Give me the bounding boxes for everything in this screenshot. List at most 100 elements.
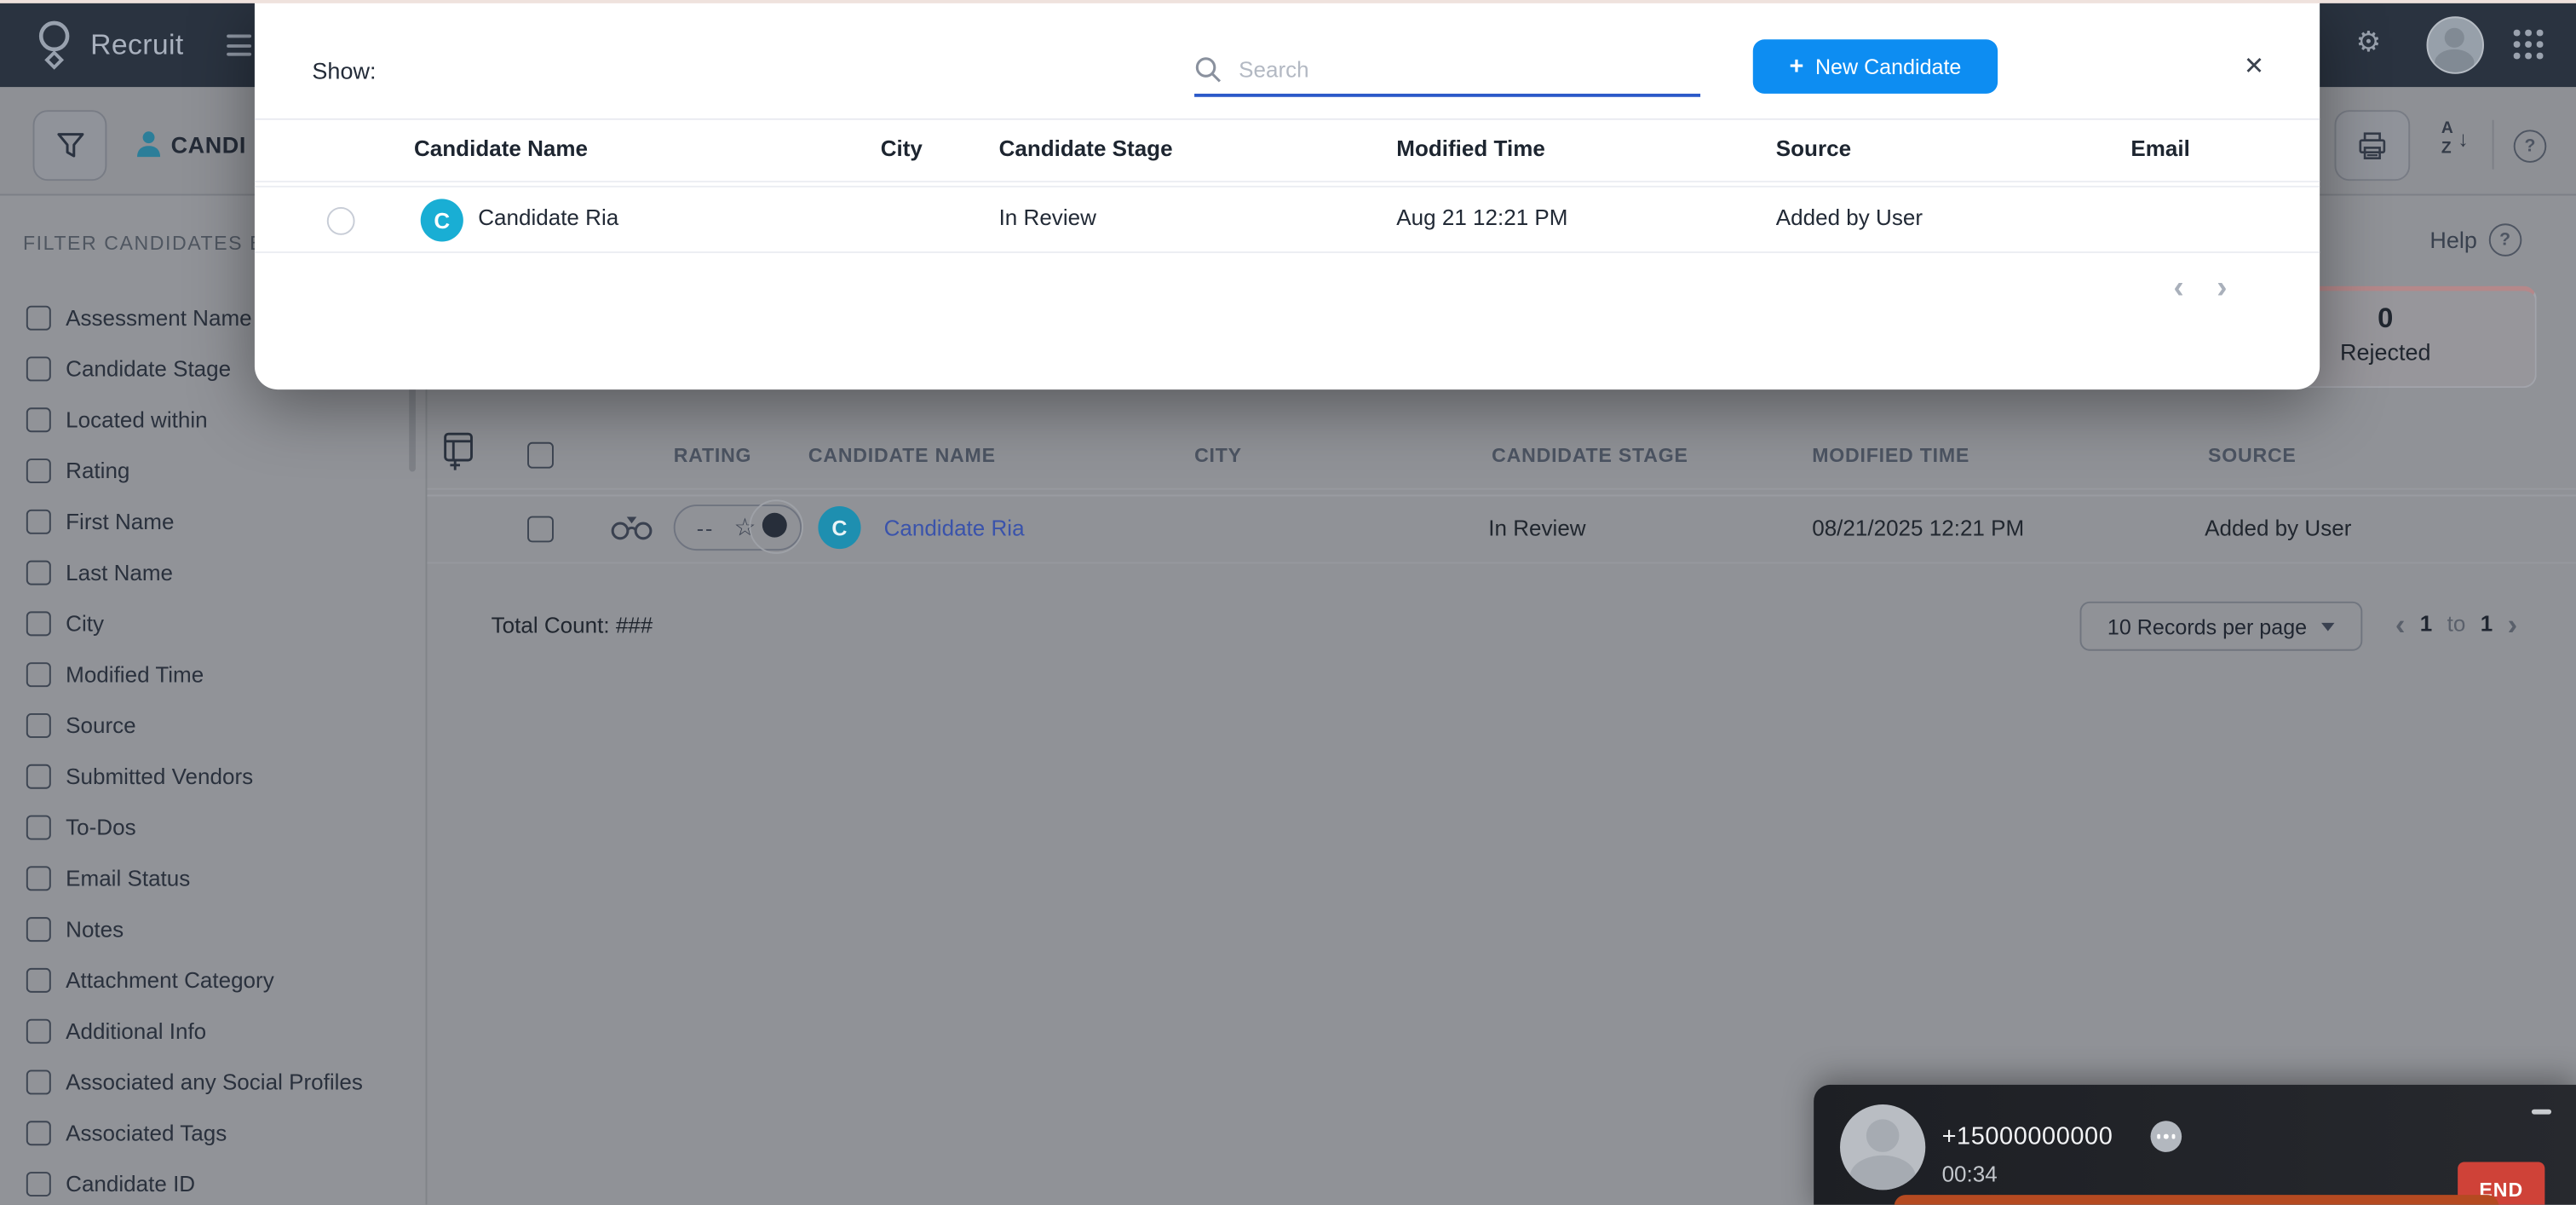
modal-table-header: Candidate Name City Candidate Stage Modi… <box>255 120 2320 182</box>
module-selector[interactable]: CANDI <box>135 130 246 159</box>
checkbox[interactable] <box>26 1172 51 1196</box>
page-next-icon[interactable]: › <box>2508 612 2518 635</box>
page-prev-icon[interactable]: ‹ <box>2395 612 2406 635</box>
filter-item-candidate-id[interactable]: Candidate ID <box>26 1159 405 1205</box>
row-checkbox[interactable] <box>527 516 554 543</box>
filter-item-submitted-vendors[interactable]: Submitted Vendors <box>26 751 405 802</box>
filter-item-associated-any-social-profiles[interactable]: Associated any Social Profiles <box>26 1057 405 1108</box>
candidate-name-link[interactable]: Candidate Ria <box>478 205 618 230</box>
records-per-page-dropdown[interactable]: 10 Records per page <box>2080 602 2363 651</box>
modal-prev-icon[interactable]: ‹ <box>2173 271 2183 307</box>
checkbox[interactable] <box>26 866 51 891</box>
modal-col-city[interactable]: City <box>881 136 923 161</box>
candidate-avatar[interactable]: C <box>421 199 463 241</box>
checkbox[interactable] <box>26 1070 51 1094</box>
sort-az-icon[interactable]: A Z ↓ <box>2438 120 2474 170</box>
modal-col-candidate-stage[interactable]: Candidate Stage <box>999 136 1173 161</box>
checkbox[interactable] <box>26 662 51 687</box>
app-grid-icon[interactable] <box>2514 30 2544 60</box>
status-dot[interactable] <box>762 513 787 538</box>
search-input[interactable] <box>1235 55 1653 84</box>
menu-icon[interactable] <box>227 34 251 61</box>
call-duration: 00:34 <box>1942 1162 1998 1186</box>
checkbox[interactable] <box>26 968 51 993</box>
modified-time-value: 08/21/2025 12:21 PM <box>1812 516 2024 541</box>
candidate-name-link[interactable]: Candidate Ria <box>884 516 1025 541</box>
modal-search[interactable] <box>1194 44 1700 97</box>
checkbox[interactable] <box>26 816 51 840</box>
avatar-head-shape <box>2445 28 2464 48</box>
close-icon[interactable]: ✕ <box>2236 48 2272 84</box>
modal-col-source[interactable]: Source <box>1776 136 1851 161</box>
checkbox[interactable] <box>26 917 51 942</box>
modal-candidate-row[interactable]: C Candidate Ria In Review Aug 21 12:21 P… <box>255 187 2320 253</box>
filter-item-notes[interactable]: Notes <box>26 904 405 955</box>
filter-item-last-name[interactable]: Last Name <box>26 547 405 598</box>
filter-item-associated-tags[interactable]: Associated Tags <box>26 1108 405 1159</box>
caret-down-icon <box>2321 622 2334 631</box>
candidate-table-row[interactable]: -- ☆ C Candidate Ria In Review 08/21/202… <box>427 496 2576 563</box>
checkbox[interactable] <box>26 1121 51 1145</box>
app-logo[interactable]: Recruit <box>33 18 184 71</box>
help-circle-question-icon: ? <box>2488 223 2521 257</box>
checkbox[interactable] <box>26 510 51 534</box>
filter-item-first-name[interactable]: First Name <box>26 496 405 547</box>
modal-next-icon[interactable]: › <box>2217 271 2227 307</box>
column-header-city[interactable]: CITY <box>1194 444 1242 467</box>
modal-col-email[interactable]: Email <box>2130 136 2189 161</box>
minimize-icon[interactable] <box>2532 1110 2551 1115</box>
printer-icon <box>2356 129 2389 162</box>
filter-item-additional-info[interactable]: Additional Info <box>26 1006 405 1057</box>
help-link[interactable]: Help ? <box>2429 223 2521 257</box>
checkbox[interactable] <box>26 356 51 381</box>
user-avatar[interactable] <box>2426 16 2483 73</box>
modal-col-candidate-name[interactable]: Candidate Name <box>414 136 588 161</box>
help-question-icon[interactable]: ? <box>2514 130 2547 163</box>
filter-item-located-within[interactable]: Located within <box>26 395 405 446</box>
module-label: CANDI <box>171 131 246 158</box>
print-button[interactable] <box>2334 110 2410 181</box>
column-header-modified-time[interactable]: MODIFIED TIME <box>1812 444 1969 467</box>
checkbox[interactable] <box>26 764 51 789</box>
quick-view-glasses-icon[interactable] <box>609 515 653 543</box>
filter-button[interactable] <box>33 110 107 181</box>
column-header-candidate-stage[interactable]: CANDIDATE STAGE <box>1492 444 1688 467</box>
filter-item-attachment-category[interactable]: Attachment Category <box>26 954 405 1006</box>
new-candidate-button[interactable]: + New Candidate <box>1753 39 1998 94</box>
add-column-icon[interactable] <box>440 429 480 471</box>
app-title: Recruit <box>90 27 184 61</box>
checkbox[interactable] <box>26 713 51 738</box>
filter-item-source[interactable]: Source <box>26 701 405 752</box>
pagination: ‹ 1 to 1 › <box>2395 611 2517 636</box>
modal-col-modified-time[interactable]: Modified Time <box>1396 136 1545 161</box>
checkbox[interactable] <box>26 561 51 585</box>
checkbox[interactable] <box>26 407 51 432</box>
call-notes-bubble-icon[interactable] <box>2150 1121 2182 1152</box>
recruit-logo-icon <box>33 18 76 71</box>
filter-item-rating[interactable]: Rating <box>26 446 405 497</box>
candidates-person-icon <box>135 130 163 159</box>
candidates-table-header: RATING CANDIDATE NAME CITY CANDIDATE STA… <box>427 421 2576 490</box>
caller-avatar <box>1840 1104 1925 1190</box>
column-header-candidate-name[interactable]: CANDIDATE NAME <box>808 444 996 467</box>
checkbox[interactable] <box>26 1019 51 1044</box>
filter-item-modified-time[interactable]: Modified Time <box>26 649 405 701</box>
filter-item-email-status[interactable]: Email Status <box>26 853 405 904</box>
checkbox[interactable] <box>26 611 51 636</box>
checkbox[interactable] <box>26 306 51 331</box>
page-separator: to <box>2447 611 2466 636</box>
checkbox[interactable] <box>26 458 51 483</box>
settings-gear-icon[interactable]: ⚙ <box>2356 28 2381 56</box>
modal-pagination: ‹ › <box>2173 271 2227 307</box>
filter-item-city[interactable]: City <box>26 598 405 649</box>
row-radio-button[interactable] <box>327 207 355 235</box>
filter-list: Assessment Name Candidate Stage Located … <box>26 292 405 1204</box>
select-all-checkbox[interactable] <box>527 442 554 469</box>
avatar-head-shape <box>1866 1119 1900 1152</box>
column-header-source[interactable]: SOURCE <box>2208 444 2297 467</box>
candidate-avatar[interactable]: C <box>818 506 860 549</box>
plus-icon: + <box>1790 53 1804 81</box>
candidate-stage-value: In Review <box>1488 516 1585 541</box>
filter-item-to-dos[interactable]: To-Dos <box>26 802 405 853</box>
column-header-rating[interactable]: RATING <box>674 444 752 467</box>
